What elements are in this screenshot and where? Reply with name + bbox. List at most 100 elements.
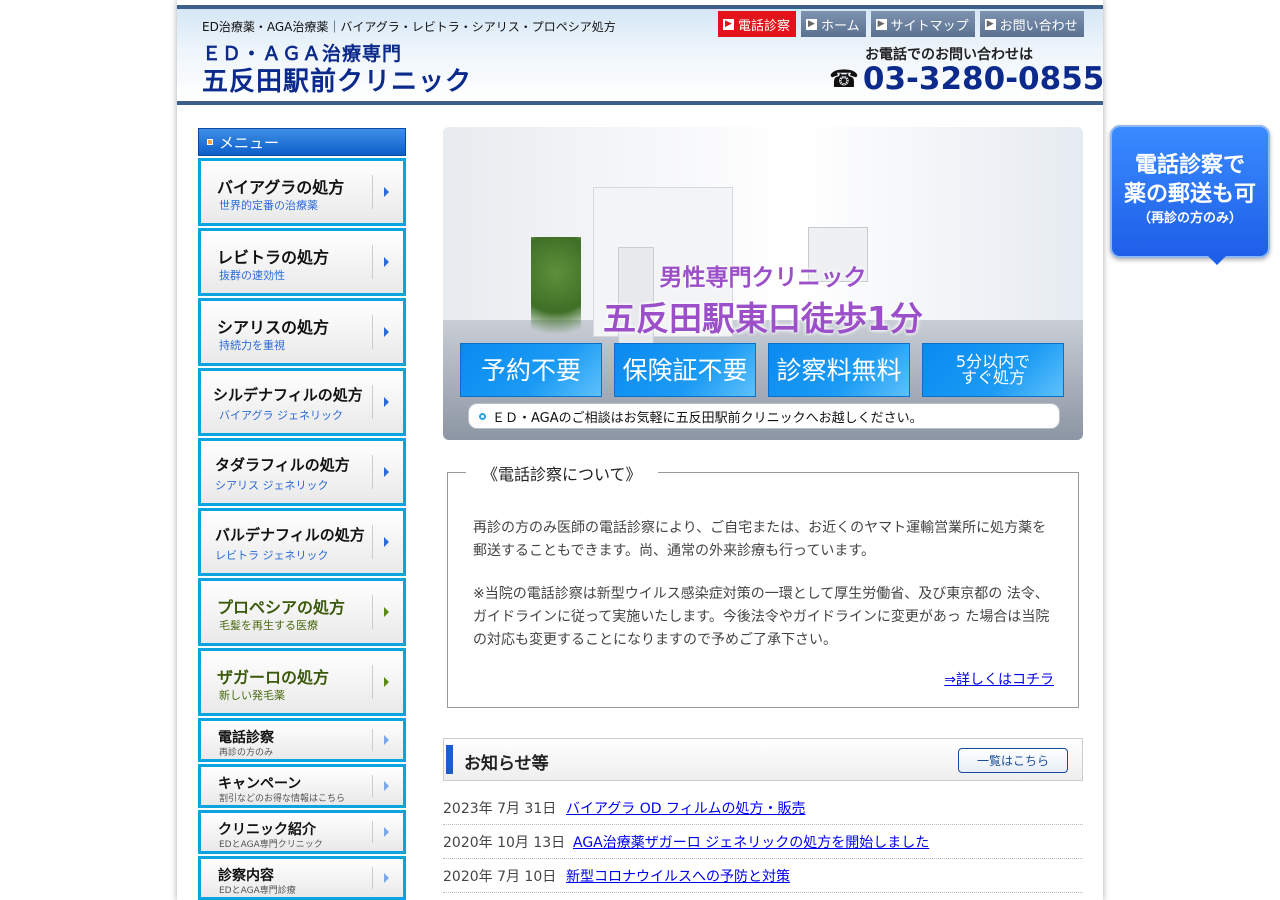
badge-line-1: 電話診察で [1134,153,1245,178]
sidebar-item-zagallo[interactable]: ザガーロの処方 新しい発毛薬 [198,648,406,716]
menu-item-title: 診察内容 [218,868,274,884]
nav-home[interactable]: ▶ ホーム [801,11,866,37]
menu-item-title: キャンペーン [218,776,302,792]
news-list: 2023年 7月 31日 バイアグラ OD フィルムの処方・販売 2020年 1… [443,791,1083,893]
separator [372,775,373,797]
notice-paragraph-1: 再診の方のみ医師の電話診察により、ご自宅または、お近くのヤマト運輸営業所に処方薬… [473,520,1047,559]
menu-item-subtitle: EDとAGA専門クリニック [219,840,323,850]
menu-item-subtitle: 毛髪を再生する医療 [219,619,318,632]
nav-contact[interactable]: ▶ お問い合わせ [979,11,1084,37]
arrow-right-icon: ▶ [984,18,996,30]
nav-label: 電話診察 [738,18,791,34]
chevron-right-icon [384,467,389,477]
separator [372,595,373,629]
sidebar-item-services[interactable]: 診察内容 EDとAGA専門診療 [198,856,406,900]
phone-number-block[interactable]: ☎ 03-3280-0855 [829,61,1104,97]
sidebar-item-campaign[interactable]: キャンペーン 割引などのお得な情報はこちら [198,764,406,808]
badge-line-3: （再診の方のみ） [1137,211,1242,226]
sidebar-menu: メニュー バイアグラの処方 世界的定番の治療薬 レビトラの処方 抜群の速効性 シ… [198,128,406,900]
menu-item-subtitle: レビトラ ジェネリック [215,549,329,562]
hero-title: 五反田駅東口徒歩1分 [603,299,923,338]
top-nav: ▶ 電話診察 ▶ ホーム ▶ サイトマップ ▶ お問い合わせ [718,11,1084,37]
menu-item-title: バルデナフィルの処方 [215,526,365,544]
phone-consult-badge[interactable]: 電話診察で 薬の郵送も可 （再診の方のみ） [1110,125,1270,265]
sidebar-item-sildenafil[interactable]: シルデナフィルの処方 バイアグラ ジェネリック [198,368,406,436]
sidebar-item-clinic[interactable]: クリニック紹介 EDとAGA専門クリニック [198,810,406,854]
chevron-right-icon [384,327,389,337]
nav-sitemap[interactable]: ▶ サイトマップ [870,11,975,37]
feature-no-insurance: 保険証不要 [614,343,756,397]
separator [372,525,373,559]
sidebar-item-cialis[interactable]: シアリスの処方 持続力を重視 [198,298,406,366]
separator [372,175,373,209]
feature-free-consultation: 診察料無料 [768,343,910,397]
chevron-right-icon [384,735,389,745]
menu-item-subtitle: 割引などのお得な情報はこちら [219,794,346,804]
hero-info-bar: ＥＤ・AGAのご相談はお気軽に五反田駅前クリニックへお越しください。 [468,403,1060,429]
sidebar-item-propecia[interactable]: プロペシアの処方 毛髪を再生する医療 [198,578,406,646]
sidebar-item-levitra[interactable]: レビトラの処方 抜群の速効性 [198,228,406,296]
sidebar-item-tadalafil[interactable]: タダラフィルの処方 シアリス ジェネリック [198,438,406,506]
section-marker [446,745,453,774]
separator [372,455,373,489]
news-header: お知らせ等 一覧はこちら [443,738,1083,781]
news-title: お知らせ等 [464,754,549,774]
nav-phone-consult[interactable]: ▶ 電話診察 [718,11,797,37]
chevron-right-icon [384,187,389,197]
logo-line2[interactable]: 五反田駅前クリニック [202,61,472,98]
page-container: ED治療薬・AGA治療薬｜バイアグラ・レビトラ・シアリス・プロペシア処方 ＥＤ・… [177,0,1104,900]
menu-item-title: バイアグラの処方 [217,178,345,197]
sidebar-item-vardenafil[interactable]: バルデナフィルの処方 レビトラ ジェネリック [198,508,406,576]
news-list-all-button[interactable]: 一覧はこちら [958,748,1068,773]
arrow-right-icon: ▶ [806,18,818,30]
chevron-right-icon [384,397,389,407]
chevron-right-icon [384,873,389,883]
sidebar-item-viagra[interactable]: バイアグラの処方 世界的定番の治療薬 [198,158,406,226]
news-date: 2020年 10月 13日 [443,834,566,851]
menu-item-subtitle: 新しい発毛薬 [219,689,285,702]
menu-item-subtitle: シアリス ジェネリック [215,479,329,492]
header-tagline: ED治療薬・AGA治療薬｜バイアグラ・レビトラ・シアリス・プロペシア処方 [202,20,616,34]
notice-paragraph-2: ※当院の電話診察は新型ウイルス感染症対策の一環として厚生労働省、及び東京都の 法… [473,586,1050,648]
chevron-right-icon [384,607,389,617]
chevron-right-icon [384,257,389,267]
menu-item-subtitle: 世界的定番の治療薬 [219,199,318,212]
feature-no-reservation: 予約不要 [460,343,602,397]
news-link[interactable]: 新型コロナウイルスへの予防と対策 [566,866,790,886]
separator [372,665,373,699]
menu-item-subtitle: EDとAGA専門診療 [219,886,296,896]
menu-title: メニュー [219,133,280,152]
chevron-right-icon [384,677,389,687]
separator [372,821,373,843]
bullet-icon [479,412,486,420]
menu-item-title: レビトラの処方 [217,248,330,267]
notice-title: 《電話診察について》 [466,461,658,485]
menu-item-title: シアリスの処方 [217,318,330,337]
list-item: 2020年 7月 10日 新型コロナウイルスへの予防と対策 [443,859,1083,893]
menu-item-subtitle: バイアグラ ジェネリック [219,409,343,422]
hero-features: 予約不要 保険証不要 診察料無料 5分以内で すぐ処方 [460,343,1064,397]
separator [372,315,373,349]
chevron-right-icon [384,781,389,791]
menu-item-subtitle: 持続力を重視 [219,339,285,352]
menu-item-title: タダラフィルの処方 [215,456,350,474]
nav-label: サイトマップ [890,18,969,34]
news-link[interactable]: バイアグラ OD フィルムの処方・販売 [566,798,805,818]
hero-subtitle: 男性専門クリニック [659,265,867,291]
phone-consult-notice: 《電話診察について》 再診の方のみ医師の電話診察により、ご自宅または、お近くのヤ… [447,461,1079,708]
notice-details-link[interactable]: ⇒詳しくはコチラ [944,669,1054,689]
chevron-right-icon [384,537,389,547]
menu-item-title: ザガーロの処方 [217,668,330,687]
news-link[interactable]: AGA治療薬ザガーロ ジェネリックの処方を開始しました [573,832,929,852]
telephone-icon: ☎ [829,65,859,93]
menu-item-title: 電話診察 [218,730,274,746]
menu-item-subtitle: 抜群の速効性 [219,269,285,282]
feature-quick-prescription: 5分以内で すぐ処方 [922,343,1064,397]
bullet-icon [207,139,213,145]
badge-line-2: 薬の郵送も可 [1123,182,1256,207]
arrow-right-icon: ▶ [875,18,887,30]
chevron-right-icon [384,827,389,837]
sidebar-item-phone-consult[interactable]: 電話診察 再診の方のみ [198,718,406,762]
hero-banner: 男性専門クリニック 五反田駅東口徒歩1分 予約不要 保険証不要 診察料無料 5分… [443,127,1083,440]
badge-pointer [1207,255,1227,265]
